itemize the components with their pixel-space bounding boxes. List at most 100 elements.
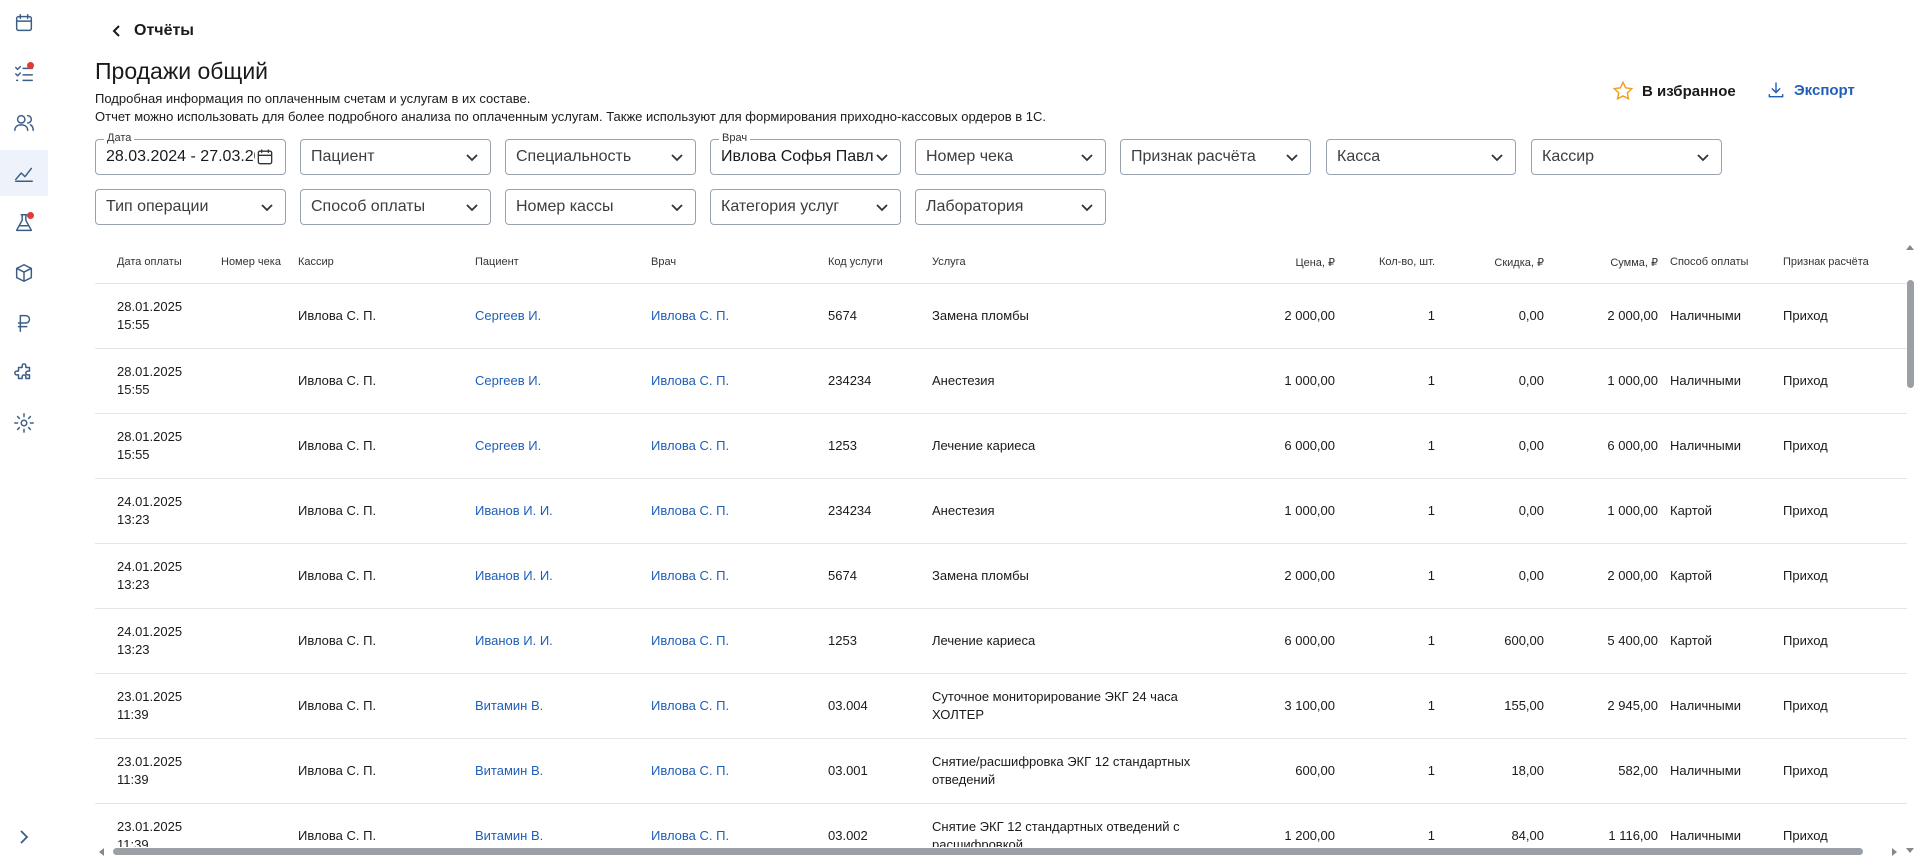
nav-settings[interactable] bbox=[0, 400, 48, 446]
qty-cell: 1 bbox=[1427, 568, 1435, 583]
patient-cell[interactable]: Сергеев И. bbox=[475, 372, 541, 390]
cashbox-filter[interactable]: Касса bbox=[1326, 139, 1516, 175]
column-header[interactable]: Дата оплаты bbox=[117, 256, 182, 268]
nav-tasks[interactable] bbox=[0, 50, 48, 96]
vertical-scrollbar-thumb[interactable] bbox=[1907, 280, 1914, 388]
sum-cell: 1 000,00 bbox=[1607, 503, 1658, 518]
column-header[interactable]: Пациент bbox=[475, 256, 519, 268]
column-header[interactable]: Способ оплаты bbox=[1670, 256, 1748, 268]
payment-datetime-cell: 28.01.2025 15:55 bbox=[117, 428, 182, 464]
cashbox-number-filter[interactable]: Номер кассы bbox=[505, 189, 696, 225]
sign-cell: Приход bbox=[1783, 503, 1828, 518]
payment-date: 23.01.2025 bbox=[117, 689, 183, 704]
nav-patients[interactable] bbox=[0, 100, 48, 146]
column-header[interactable]: Признак расчёта bbox=[1783, 256, 1869, 268]
column-header[interactable]: Кол-во, шт. bbox=[1335, 256, 1435, 268]
chevron-down-icon bbox=[1491, 154, 1503, 162]
discount-cell: 155,00 bbox=[1504, 698, 1544, 713]
patient-cell[interactable]: Сергеев И. bbox=[475, 307, 541, 325]
scroll-left-arrow[interactable] bbox=[99, 848, 104, 856]
table-row: 23.01.2025 11:39 Ивлова С. П. Витамин В. Ивл… bbox=[95, 674, 1907, 739]
chevron-down-icon bbox=[261, 204, 273, 212]
doctor-filter-label: Врач bbox=[719, 132, 751, 144]
column-header[interactable]: Кассир bbox=[298, 256, 334, 268]
operation-type-filter[interactable]: Тип операции bbox=[95, 189, 286, 225]
column-header[interactable]: Сумма, ₽ bbox=[1558, 256, 1658, 269]
doctor-cell[interactable]: Ивлова С. П. bbox=[651, 827, 729, 845]
nav-finance[interactable] bbox=[0, 300, 48, 346]
favorite-button[interactable]: В избранное bbox=[1612, 80, 1736, 102]
date-filter-label: Дата bbox=[104, 132, 135, 144]
check-number-filter[interactable]: Номер чека bbox=[915, 139, 1106, 175]
service-category-filter[interactable]: Категория услуг bbox=[710, 189, 901, 225]
doctor-cell[interactable]: Ивлова С. П. bbox=[651, 372, 729, 390]
payment-method-filter-placeholder: Способ оплаты bbox=[311, 198, 426, 215]
chevron-down-icon bbox=[876, 204, 888, 212]
nav-lab[interactable] bbox=[0, 200, 48, 246]
scroll-down-arrow[interactable] bbox=[1906, 848, 1914, 853]
scroll-right-arrow[interactable] bbox=[1892, 848, 1897, 856]
patient-cell[interactable]: Иванов И. И. bbox=[475, 567, 553, 585]
price-cell: 1 000,00 bbox=[1284, 503, 1335, 518]
code-cell: 234234 bbox=[828, 503, 872, 518]
method-cell: Картой bbox=[1670, 633, 1713, 648]
patient-cell[interactable]: Сергеев И. bbox=[475, 437, 541, 455]
payment-date: 28.01.2025 bbox=[117, 364, 183, 379]
qty-cell: 1 bbox=[1427, 828, 1435, 843]
back-link[interactable]: Отчёты bbox=[110, 22, 194, 40]
column-header[interactable]: Услуга bbox=[932, 256, 966, 268]
doctor-cell[interactable]: Ивлова С. П. bbox=[651, 307, 729, 325]
scroll-up-arrow[interactable] bbox=[1906, 245, 1914, 250]
payment-date: 28.01.2025 bbox=[117, 299, 183, 314]
doctor-cell[interactable]: Ивлова С. П. bbox=[651, 437, 729, 455]
nav-integrations[interactable] bbox=[0, 350, 48, 396]
patient-cell[interactable]: Иванов И. И. bbox=[475, 632, 553, 650]
patient-cell[interactable]: Витамин В. bbox=[475, 697, 543, 715]
cashier-cell: Ивлова С. П. bbox=[298, 503, 377, 518]
column-header[interactable]: Код услуги bbox=[828, 256, 883, 268]
nav-calendar[interactable] bbox=[0, 0, 48, 46]
doctor-filter[interactable]: Врач Ивлова Софья Павловна bbox=[710, 132, 901, 175]
patient-cell[interactable]: Витамин В. bbox=[475, 762, 543, 780]
check-number-filter-placeholder: Номер чека bbox=[926, 148, 1014, 165]
cashier-cell: Ивлова С. П. bbox=[298, 438, 377, 453]
qty-cell: 1 bbox=[1427, 438, 1435, 453]
expand-sidebar-button[interactable] bbox=[14, 827, 34, 847]
column-header[interactable]: Цена, ₽ bbox=[1235, 256, 1335, 269]
payment-time: 13:23 bbox=[117, 512, 150, 527]
column-header[interactable]: Врач bbox=[651, 256, 676, 268]
column-header[interactable]: Скидка, ₽ bbox=[1445, 256, 1544, 269]
doctor-cell[interactable]: Ивлова С. П. bbox=[651, 762, 729, 780]
horizontal-scrollbar-thumb[interactable] bbox=[113, 848, 1863, 855]
doctor-cell[interactable]: Ивлова С. П. bbox=[651, 567, 729, 585]
doctor-cell[interactable]: Ивлова С. П. bbox=[651, 697, 729, 715]
doctor-cell[interactable]: Ивлова С. П. bbox=[651, 632, 729, 650]
sign-cell: Приход bbox=[1783, 698, 1828, 713]
specialty-filter[interactable]: Специальность bbox=[505, 139, 696, 175]
cashier-filter[interactable]: Кассир bbox=[1531, 139, 1722, 175]
payment-method-filter[interactable]: Способ оплаты bbox=[300, 189, 491, 225]
date-filter[interactable]: Дата 28.03.2024 - 27.03.2025 bbox=[95, 132, 286, 175]
laboratory-filter[interactable]: Лаборатория bbox=[915, 189, 1106, 225]
sign-cell: Приход bbox=[1783, 308, 1828, 323]
calendar-icon[interactable] bbox=[255, 147, 275, 167]
payment-datetime-cell: 23.01.2025 11:39 bbox=[117, 688, 182, 724]
calc-sign-filter[interactable]: Признак расчёта bbox=[1120, 139, 1311, 175]
patient-cell[interactable]: Иванов И. И. bbox=[475, 502, 553, 520]
nav-warehouse[interactable] bbox=[0, 250, 48, 296]
payment-datetime-cell: 28.01.2025 15:55 bbox=[117, 298, 182, 334]
qty-cell: 1 bbox=[1427, 698, 1435, 713]
code-cell: 5674 bbox=[828, 568, 857, 583]
table-row: 28.01.2025 15:55 Ивлова С. П. Сергеев И. Ивл… bbox=[95, 284, 1907, 349]
discount-cell: 600,00 bbox=[1504, 633, 1544, 648]
payment-datetime-cell: 24.01.2025 13:23 bbox=[117, 493, 182, 529]
service-line: отведений bbox=[932, 772, 996, 787]
patient-filter[interactable]: Пациент bbox=[300, 139, 491, 175]
patient-cell[interactable]: Витамин В. bbox=[475, 827, 543, 845]
export-button[interactable]: Экспорт bbox=[1766, 80, 1855, 100]
nav-reports[interactable] bbox=[0, 150, 48, 196]
doctor-cell[interactable]: Ивлова С. П. bbox=[651, 502, 729, 520]
table-row: 24.01.2025 13:23 Ивлова С. П. Иванов И. И. И… bbox=[95, 479, 1907, 544]
column-header[interactable]: Номер чека bbox=[221, 256, 281, 268]
payment-datetime-cell: 28.01.2025 15:55 bbox=[117, 363, 182, 399]
